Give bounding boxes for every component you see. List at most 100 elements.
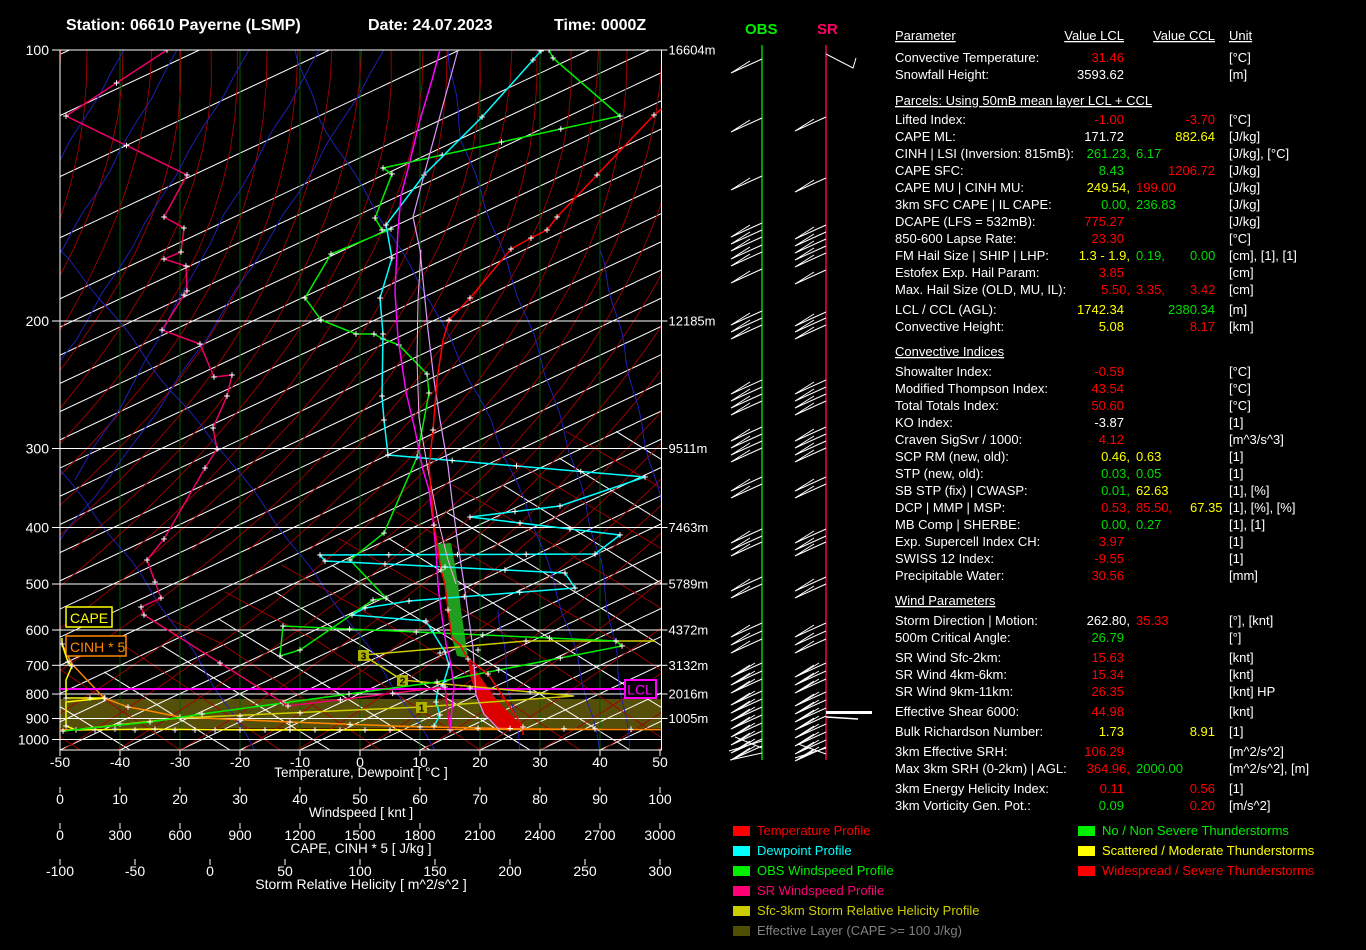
svg-text:2000.00: 2000.00 [1136,761,1183,776]
svg-text:0: 0 [206,863,214,879]
svg-text:Date: 24.07.2023: Date: 24.07.2023 [368,17,493,34]
svg-text:[1]: [1] [1229,534,1243,549]
svg-text:0.03,: 0.03, [1101,466,1130,481]
svg-text:3.42: 3.42 [1190,282,1215,297]
svg-text:0.00,: 0.00, [1101,517,1130,532]
svg-text:35.33: 35.33 [1136,613,1169,628]
svg-text:Temperature, Dewpoint [ °C ]: Temperature, Dewpoint [ °C ] [274,765,447,780]
svg-text:6.17: 6.17 [1136,146,1161,161]
svg-text:0: 0 [56,791,64,807]
svg-text:26.35: 26.35 [1091,684,1124,699]
svg-text:SWISS 12 Index:: SWISS 12 Index: [895,551,994,566]
svg-text:900: 900 [228,827,252,843]
svg-text:-3.70: -3.70 [1185,112,1215,127]
svg-text:Parameter: Parameter [895,28,956,43]
svg-text:20: 20 [472,754,488,770]
svg-text:0.19,: 0.19, [1136,248,1165,263]
svg-text:[knt]: [knt] [1229,650,1254,665]
svg-text:[°C]: [°C] [1229,381,1251,396]
svg-text:364.96,: 364.96, [1087,761,1130,776]
svg-text:Craven SigSvr / 1000:: Craven SigSvr / 1000: [895,432,1022,447]
svg-text:0.11: 0.11 [1100,781,1124,796]
svg-text:300: 300 [26,441,50,457]
svg-text:Lifted Index:: Lifted Index: [895,112,966,127]
svg-text:[°C]: [°C] [1229,398,1251,413]
svg-text:SR Wind Sfc-2km:: SR Wind Sfc-2km: [895,650,1001,665]
svg-text:-1.00: -1.00 [1094,112,1124,127]
svg-text:[°C]: [°C] [1229,364,1251,379]
svg-text:[knt] HP: [knt] HP [1229,684,1275,699]
svg-text:Bulk Richardson Number:: Bulk Richardson Number: [895,724,1043,739]
svg-text:7463m: 7463m [669,520,709,535]
svg-text:Convective Height:: Convective Height: [895,319,1004,334]
svg-text:43.54: 43.54 [1091,381,1124,396]
svg-text:200: 200 [498,863,522,879]
svg-text:44.98: 44.98 [1091,704,1124,719]
svg-text:Sfc-3km Storm Relative Helicit: Sfc-3km Storm Relative Helicity Profile [757,903,980,918]
svg-text:5.50,: 5.50, [1101,282,1130,297]
svg-text:SB STP (fix) | CWASP:: SB STP (fix) | CWASP: [895,483,1028,498]
svg-text:[1]: [1] [1229,449,1243,464]
svg-text:300: 300 [108,827,132,843]
svg-text:12185m: 12185m [669,314,716,329]
svg-text:5789m: 5789m [669,577,709,592]
svg-text:SR Windspeed Profile: SR Windspeed Profile [757,883,884,898]
svg-text:-40: -40 [110,754,130,770]
svg-text:[J/kg]: [J/kg] [1229,180,1260,195]
svg-text:106.29: 106.29 [1084,744,1124,759]
svg-text:[1]: [1] [1229,466,1243,481]
svg-text:[cm]: [cm] [1229,265,1254,280]
svg-text:3593.62: 3593.62 [1077,67,1124,82]
svg-text:30: 30 [232,791,248,807]
svg-text:No / Non Severe Thunderstorms: No / Non Severe Thunderstorms [1102,823,1289,838]
svg-text:DCAPE (LFS = 532mB):: DCAPE (LFS = 532mB): [895,214,1036,229]
svg-text:Max. Hail Size (OLD, MU, IL):: Max. Hail Size (OLD, MU, IL): [895,282,1066,297]
svg-text:31.46: 31.46 [1091,50,1124,65]
svg-text:3km Vorticity Gen. Pot.:: 3km Vorticity Gen. Pot.: [895,798,1031,813]
svg-text:23.30: 23.30 [1091,231,1124,246]
svg-text:Storm Direction | Motion:: Storm Direction | Motion: [895,613,1038,628]
svg-text:80: 80 [532,791,548,807]
svg-text:Station: 06610 Payerne (LSMP): Station: 06610 Payerne (LSMP) [66,17,301,34]
svg-text:CAPE MU | CINH MU:: CAPE MU | CINH MU: [895,180,1024,195]
svg-text:85.50,: 85.50, [1136,500,1172,515]
svg-text:30.56: 30.56 [1091,568,1124,583]
svg-text:62.63: 62.63 [1136,483,1169,498]
svg-text:SCP RM (new, old):: SCP RM (new, old): [895,449,1009,464]
svg-text:[km]: [km] [1229,319,1254,334]
svg-text:OBS Windspeed Profile: OBS Windspeed Profile [757,863,894,878]
svg-text:[m^2/s^2]: [m^2/s^2] [1229,744,1284,759]
svg-text:Scattered / Moderate Thunderst: Scattered / Moderate Thunderstorms [1102,843,1315,858]
svg-text:8.91: 8.91 [1190,724,1215,739]
svg-text:[m]: [m] [1229,67,1247,82]
svg-text:[1]: [1] [1229,551,1243,566]
svg-text:[J/kg]: [J/kg] [1229,214,1260,229]
svg-text:850-600 Lapse Rate:: 850-600 Lapse Rate: [895,231,1016,246]
svg-text:10: 10 [112,791,128,807]
svg-text:Temperature Profile: Temperature Profile [757,823,870,838]
svg-text:[cm]: [cm] [1229,282,1254,297]
svg-text:40: 40 [592,754,608,770]
svg-text:[m]: [m] [1229,302,1247,317]
svg-text:400: 400 [26,520,50,536]
svg-text:LCL / CCL (AGL):: LCL / CCL (AGL): [895,302,997,317]
svg-text:Convective Temperature:: Convective Temperature: [895,50,1039,65]
svg-text:15.63: 15.63 [1091,650,1124,665]
svg-text:[knt]: [knt] [1229,667,1254,682]
svg-text:2380.34: 2380.34 [1168,302,1215,317]
svg-text:800: 800 [26,686,50,702]
svg-text:SR Wind 9km-11km:: SR Wind 9km-11km: [895,684,1013,699]
svg-text:15.34: 15.34 [1091,667,1124,682]
svg-text:Max 3km SRH (0-2km) | AGL:: Max 3km SRH (0-2km) | AGL: [895,761,1067,776]
svg-text:1742.34: 1742.34 [1077,302,1124,317]
svg-text:[°]: [°] [1229,630,1241,645]
svg-text:Value LCL: Value LCL [1064,28,1124,43]
svg-text:[°], [knt]: [°], [knt] [1229,613,1273,628]
svg-text:Parcels: Using 50mB mean layer: Parcels: Using 50mB mean layer LCL + CCL [895,93,1152,108]
svg-text:882.64: 882.64 [1175,129,1215,144]
svg-text:1.73: 1.73 [1099,724,1124,739]
svg-text:Windspeed [ knt ]: Windspeed [ knt ] [309,805,413,820]
svg-text:STP (new, old):: STP (new, old): [895,466,984,481]
svg-text:Effective Layer (CAPE >= 100 J: Effective Layer (CAPE >= 100 J/kg) [757,923,962,938]
svg-text:0.05: 0.05 [1136,466,1161,481]
